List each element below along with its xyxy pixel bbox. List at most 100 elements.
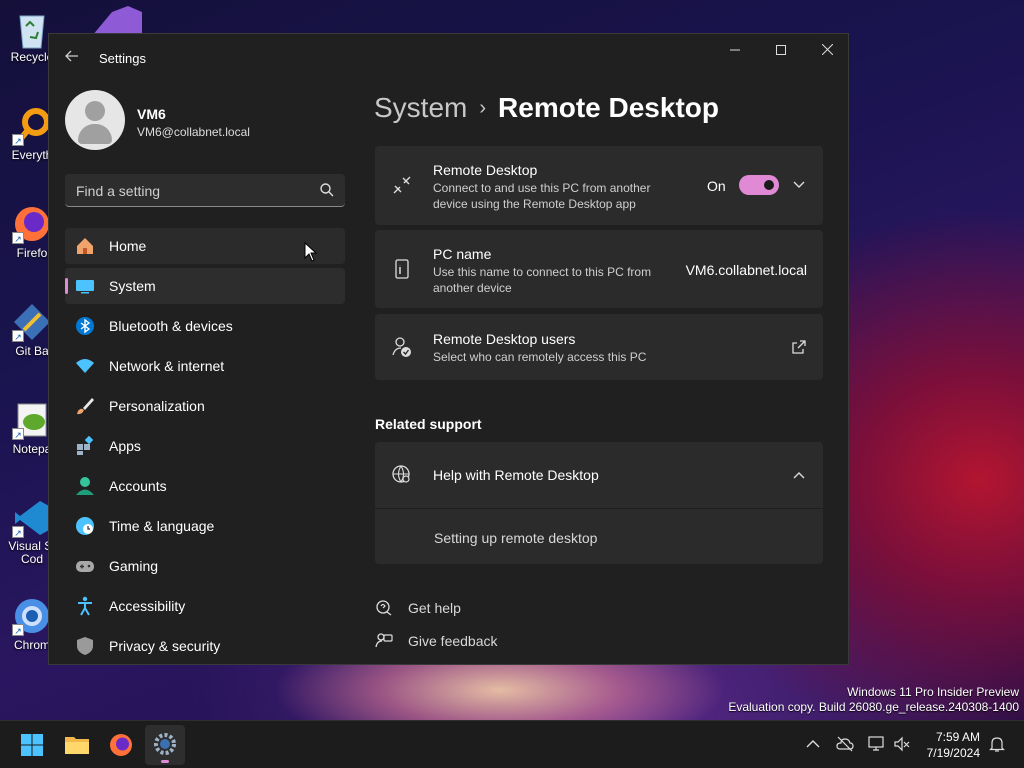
taskbar-file-explorer[interactable] [57, 725, 97, 765]
title-bar[interactable]: Settings [49, 34, 848, 82]
maximize-button[interactable] [758, 34, 804, 66]
breadcrumb-parent[interactable]: System [374, 92, 467, 123]
bluetooth-icon [76, 317, 94, 335]
search-placeholder: Find a setting [76, 183, 161, 199]
chevron-down-icon[interactable] [791, 176, 807, 192]
vscode-icon: ↗ [12, 498, 52, 538]
remote-desktop-users-description: Select who can remotely access this PC [433, 350, 647, 364]
help-title: Help with Remote Desktop [433, 467, 599, 483]
watermark-line-1: Windows 11 Pro Insider Preview [847, 685, 1019, 699]
start-button[interactable] [12, 725, 52, 765]
everything-search-icon: ↗ [12, 106, 52, 146]
close-icon [821, 43, 833, 56]
shield-icon [77, 637, 93, 655]
wifi-icon [76, 359, 94, 373]
sidebar-item-system[interactable]: System [65, 268, 345, 304]
visual-studio-icon[interactable] [92, 6, 142, 36]
maximize-icon [776, 45, 786, 55]
taskbar-settings[interactable] [145, 725, 185, 765]
taskbar-firefox[interactable] [101, 725, 141, 765]
cloud-off-icon[interactable] [836, 735, 854, 753]
pc-name-card: PC name Use this name to connect to this… [375, 230, 823, 308]
page-title: Remote Desktop [498, 92, 719, 123]
back-button[interactable] [61, 48, 83, 70]
sidebar-item-personalization[interactable]: Personalization [65, 388, 345, 424]
minimize-icon [730, 49, 740, 51]
sidebar-item-privacy-security[interactable]: Privacy & security [65, 628, 345, 664]
minimize-button[interactable] [712, 34, 758, 66]
chrome-icon: ↗ [12, 596, 52, 636]
remote-desktop-title: Remote Desktop [433, 162, 538, 178]
home-icon [77, 238, 93, 254]
watermark-line-2: Evaluation copy. Build 26080.ge_release.… [728, 700, 1019, 714]
accessibility-icon [78, 596, 92, 616]
give-feedback-icon [375, 633, 393, 648]
remote-desktop-toggle[interactable] [739, 175, 779, 195]
brush-icon [77, 398, 94, 415]
pc-name-value: VM6.collabnet.local [685, 262, 807, 278]
get-help-icon [376, 600, 392, 616]
help-link-setting-up[interactable]: Setting up remote desktop [434, 530, 597, 546]
breadcrumb-separator: › [479, 97, 487, 119]
remote-desktop-card[interactable]: Remote Desktop Connect to and use this P… [375, 146, 823, 225]
start-icon [21, 734, 43, 756]
clock-time: 7:59 AM [935, 730, 980, 744]
chevron-up-icon[interactable] [804, 735, 822, 753]
git-bash-icon: ↗ [12, 302, 52, 342]
sidebar-item-accounts[interactable]: Accounts [65, 468, 345, 504]
close-button[interactable] [804, 34, 848, 66]
sidebar-item-network[interactable]: Network & internet [65, 348, 345, 384]
help-expander-header[interactable]: Help with Remote Desktop [375, 442, 823, 509]
arrow-left-icon [65, 50, 78, 62]
accounts-icon [76, 477, 94, 495]
globe-clock-icon [76, 517, 94, 535]
breadcrumb: System › Remote Desktop [374, 92, 719, 124]
sidebar-item-gaming[interactable]: Gaming [65, 548, 345, 584]
profile-email: VM6@collabnet.local [137, 125, 250, 139]
user-check-icon [392, 337, 411, 357]
avatar [65, 90, 125, 150]
recycle-bin-icon [12, 8, 52, 49]
apps-icon [77, 436, 94, 455]
remote-desktop-users-card[interactable]: Remote Desktop users Select who can remo… [375, 314, 823, 380]
remote-desktop-users-title: Remote Desktop users [433, 331, 576, 347]
clock-date: 7/19/2024 [926, 746, 980, 760]
get-help-label: Get help [408, 600, 461, 616]
network-icon[interactable] [868, 735, 886, 753]
pc-name-icon [395, 259, 409, 279]
selection-indicator [65, 278, 68, 294]
search-input[interactable]: Find a setting [65, 174, 345, 207]
pc-name-description: Use this name to connect to this PC from… [433, 265, 652, 295]
notepad-plus-plus-icon: ↗ [12, 400, 52, 440]
sidebar-item-accessibility[interactable]: Accessibility [65, 588, 345, 624]
settings-window: Settings VM6 VM6@collabnet.local Find a … [48, 33, 849, 665]
taskbar: 7:59 AM 7/19/2024 [0, 720, 1024, 768]
related-support-heading: Related support [375, 416, 482, 432]
mouse-cursor-icon [304, 242, 318, 262]
search-icon [320, 183, 334, 197]
build-watermark: Windows 11 Pro Insider Preview Evaluatio… [728, 685, 1019, 715]
remote-desktop-description: Connect to and use this PC from another … [433, 181, 651, 211]
volume-muted-icon[interactable] [893, 735, 911, 753]
external-link-icon[interactable] [791, 339, 807, 355]
system-clock[interactable]: 7:59 AM 7/19/2024 [918, 729, 980, 761]
gamepad-icon [76, 561, 94, 572]
system-icon [76, 280, 94, 294]
toggle-state-label: On [707, 178, 726, 194]
chevron-up-icon[interactable] [791, 468, 807, 484]
help-remote-desktop-card: Help with Remote Desktop Setting up remo… [375, 442, 823, 564]
sidebar-item-apps[interactable]: Apps [65, 428, 345, 464]
sidebar-item-bluetooth[interactable]: Bluetooth & devices [65, 308, 345, 344]
notification-bell-icon[interactable] [988, 735, 1006, 753]
active-app-indicator [161, 760, 169, 763]
remote-desktop-icon [393, 176, 411, 194]
globe-search-icon [392, 465, 410, 483]
profile-name: VM6 [137, 106, 166, 122]
sidebar-item-time-language[interactable]: Time & language [65, 508, 345, 544]
file-explorer-icon [65, 737, 89, 754]
firefox-icon [110, 734, 132, 756]
sidebar-nav: Home System Bluetooth & devices Network … [65, 228, 345, 664]
firefox-icon: ↗ [12, 204, 52, 244]
window-title: Settings [99, 51, 146, 66]
sidebar-item-home[interactable]: Home [65, 228, 345, 264]
